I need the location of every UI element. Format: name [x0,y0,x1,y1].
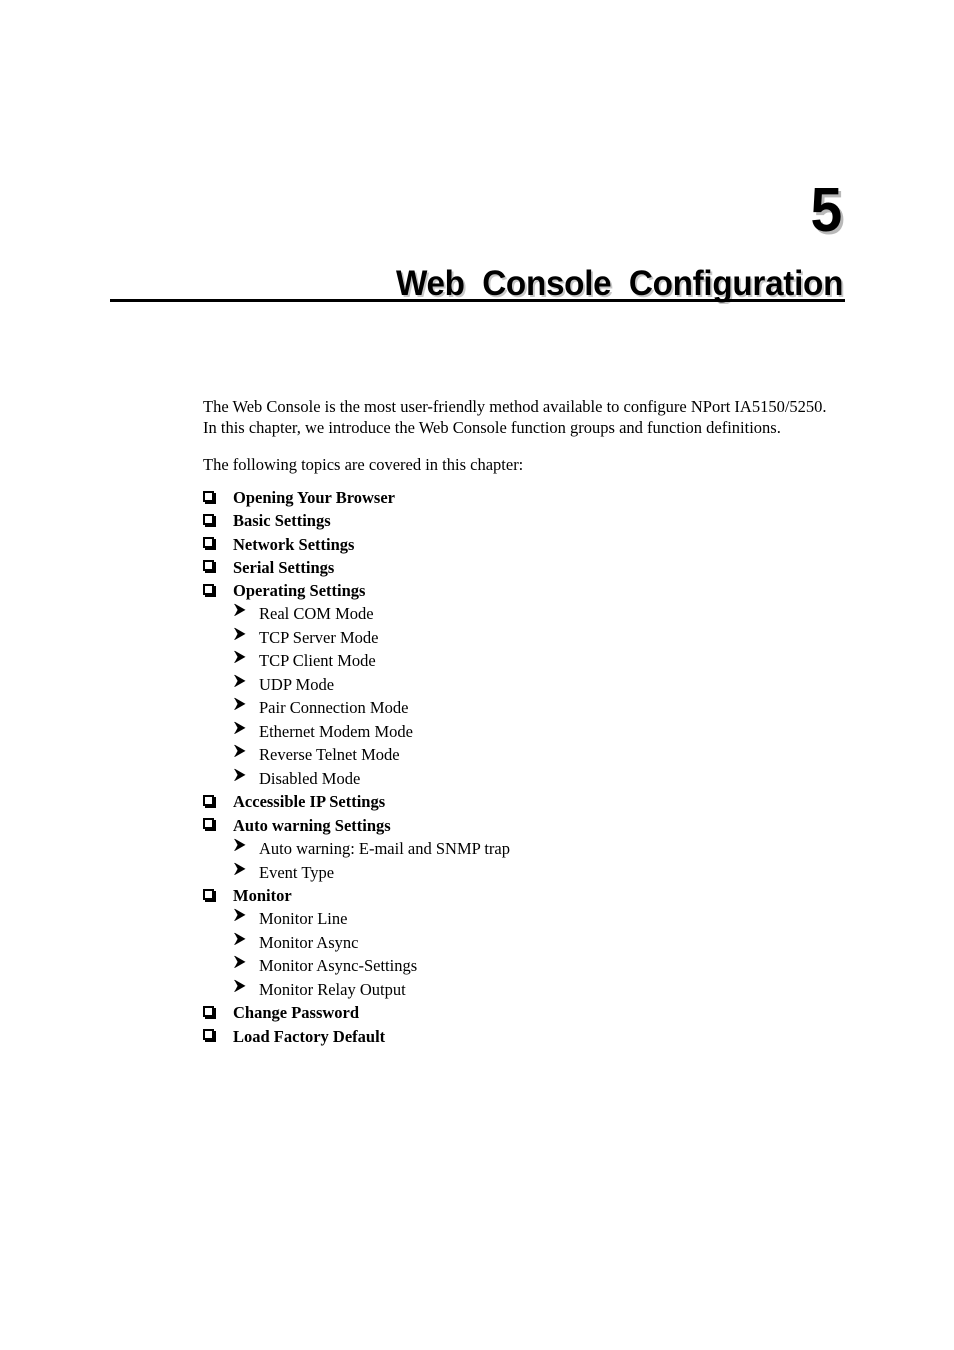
arrow-bullet-icon [233,768,259,782]
topic-item-label: Serial Settings [233,557,335,577]
topic-item-label: Network Settings [233,534,355,554]
box-bullet-icon [203,555,233,578]
box-bullet-icon [203,790,233,813]
arrow-bullet-icon [233,650,259,664]
topic-item[interactable]: Serial Settings [203,556,835,579]
subtopic-item-label: TCP Server Mode [259,627,379,647]
subtopic-list: Monitor Line Monitor Async Monitor Async-S… [203,907,835,1001]
box-bullet-icon [203,579,233,602]
topic-item-label: Load Factory Default [233,1026,386,1046]
arrow-bullet-icon [233,603,259,617]
arrow-bullet-icon [233,721,259,735]
subtopic-item[interactable]: Ethernet Modem Mode [203,720,835,744]
topic-item-label: Accessible IP Settings [233,792,386,812]
arrow-bullet-icon [233,862,259,876]
topic-item-label: Monitor [233,886,292,906]
topic-list: Opening Your Browser Basic Settings Networ… [203,486,835,1048]
topic-item[interactable]: Network Settings [203,533,835,556]
intro-paragraph-1: The Web Console is the most user-friendl… [203,397,827,437]
topic-item-label: Change Password [233,1003,360,1023]
subtopic-item[interactable]: Monitor Relay Output [203,978,835,1002]
subtopic-item[interactable]: Monitor Line [203,907,835,931]
arrow-bullet-icon [233,697,259,711]
subtopic-item-label: Monitor Line [259,909,348,929]
subtopic-item-label: Monitor Relay Output [259,979,406,999]
subtopic-item[interactable]: Monitor Async-Settings [203,954,835,978]
subtopic-item[interactable]: Disabled Mode [203,767,835,791]
arrow-bullet-icon [233,932,259,946]
subtopic-item-label: Ethernet Modem Mode [259,721,413,741]
topic-item[interactable]: Monitor [203,884,835,907]
subtopic-item[interactable]: TCP Server Mode [203,626,835,650]
topic-item[interactable]: Change Password [203,1001,835,1024]
subtopic-item-label: Disabled Mode [259,768,361,788]
subtopic-list: Auto warning: E-mail and SNMP trap Event … [203,837,835,884]
subtopic-item[interactable]: UDP Mode [203,673,835,697]
subtopic-item-label: Reverse Telnet Mode [259,745,400,765]
subtopic-item[interactable]: Pair Connection Mode [203,696,835,720]
topic-item[interactable]: Load Factory Default [203,1025,835,1048]
topic-item[interactable]: Basic Settings [203,509,835,532]
topic-item[interactable]: Operating Settings [203,579,835,602]
subtopic-item[interactable]: Auto warning: E-mail and SNMP trap [203,837,835,861]
page-content: The Web Console is the most user-friendl… [203,396,835,1048]
subtopic-item-label: Real COM Mode [259,604,374,624]
document-page: 5 Web Console Configuration The Web Cons… [0,0,954,1350]
topic-item-label: Basic Settings [233,511,331,531]
subtopic-item[interactable]: Monitor Async [203,931,835,955]
subtopic-item-label: Monitor Async [259,932,359,952]
arrow-bullet-icon [233,908,259,922]
subtopic-item-label: Pair Connection Mode [259,698,409,718]
subtopic-item-label: Event Type [259,862,335,882]
chapter-number: 5 [810,176,843,245]
intro-paragraph-2: The following topics are covered in this… [203,455,524,474]
arrow-bullet-icon [233,744,259,758]
box-bullet-icon [203,813,233,836]
topic-item-label: Opening Your Browser [233,488,395,507]
box-bullet-icon [203,1024,233,1047]
arrow-bullet-icon [233,979,259,993]
topic-item[interactable]: Accessible IP Settings [203,790,835,813]
subtopic-item[interactable]: TCP Client Mode [203,649,835,673]
topic-item[interactable]: Opening Your Browser [203,486,835,509]
subtopic-item-label: UDP Mode [259,674,335,694]
subtopic-item-label: Auto warning: E-mail and SNMP trap [259,839,510,859]
arrow-bullet-icon [233,627,259,641]
arrow-bullet-icon [233,674,259,688]
box-bullet-icon [203,884,233,907]
chapter-header: 5 Web Console Configuration [110,180,845,305]
subtopic-item[interactable]: Event Type [203,861,835,885]
arrow-bullet-icon [233,955,259,969]
subtopic-item[interactable]: Real COM Mode [203,602,835,626]
box-bullet-icon [203,1001,233,1024]
subtopic-item[interactable]: Reverse Telnet Mode [203,743,835,767]
subtopic-item-label: TCP Client Mode [259,651,376,671]
subtopic-list: Real COM Mode TCP Server Mode TCP Client M… [203,602,835,790]
box-bullet-icon [203,509,233,532]
box-bullet-icon [203,486,233,509]
header-divider [110,299,845,302]
arrow-bullet-icon [233,838,259,852]
subtopic-item-label: Monitor Async-Settings [259,956,418,976]
topic-item-label: Auto warning Settings [233,815,391,835]
topic-item[interactable]: Auto warning Settings [203,814,835,837]
box-bullet-icon [203,532,233,555]
topic-item-label: Operating Settings [233,581,366,601]
